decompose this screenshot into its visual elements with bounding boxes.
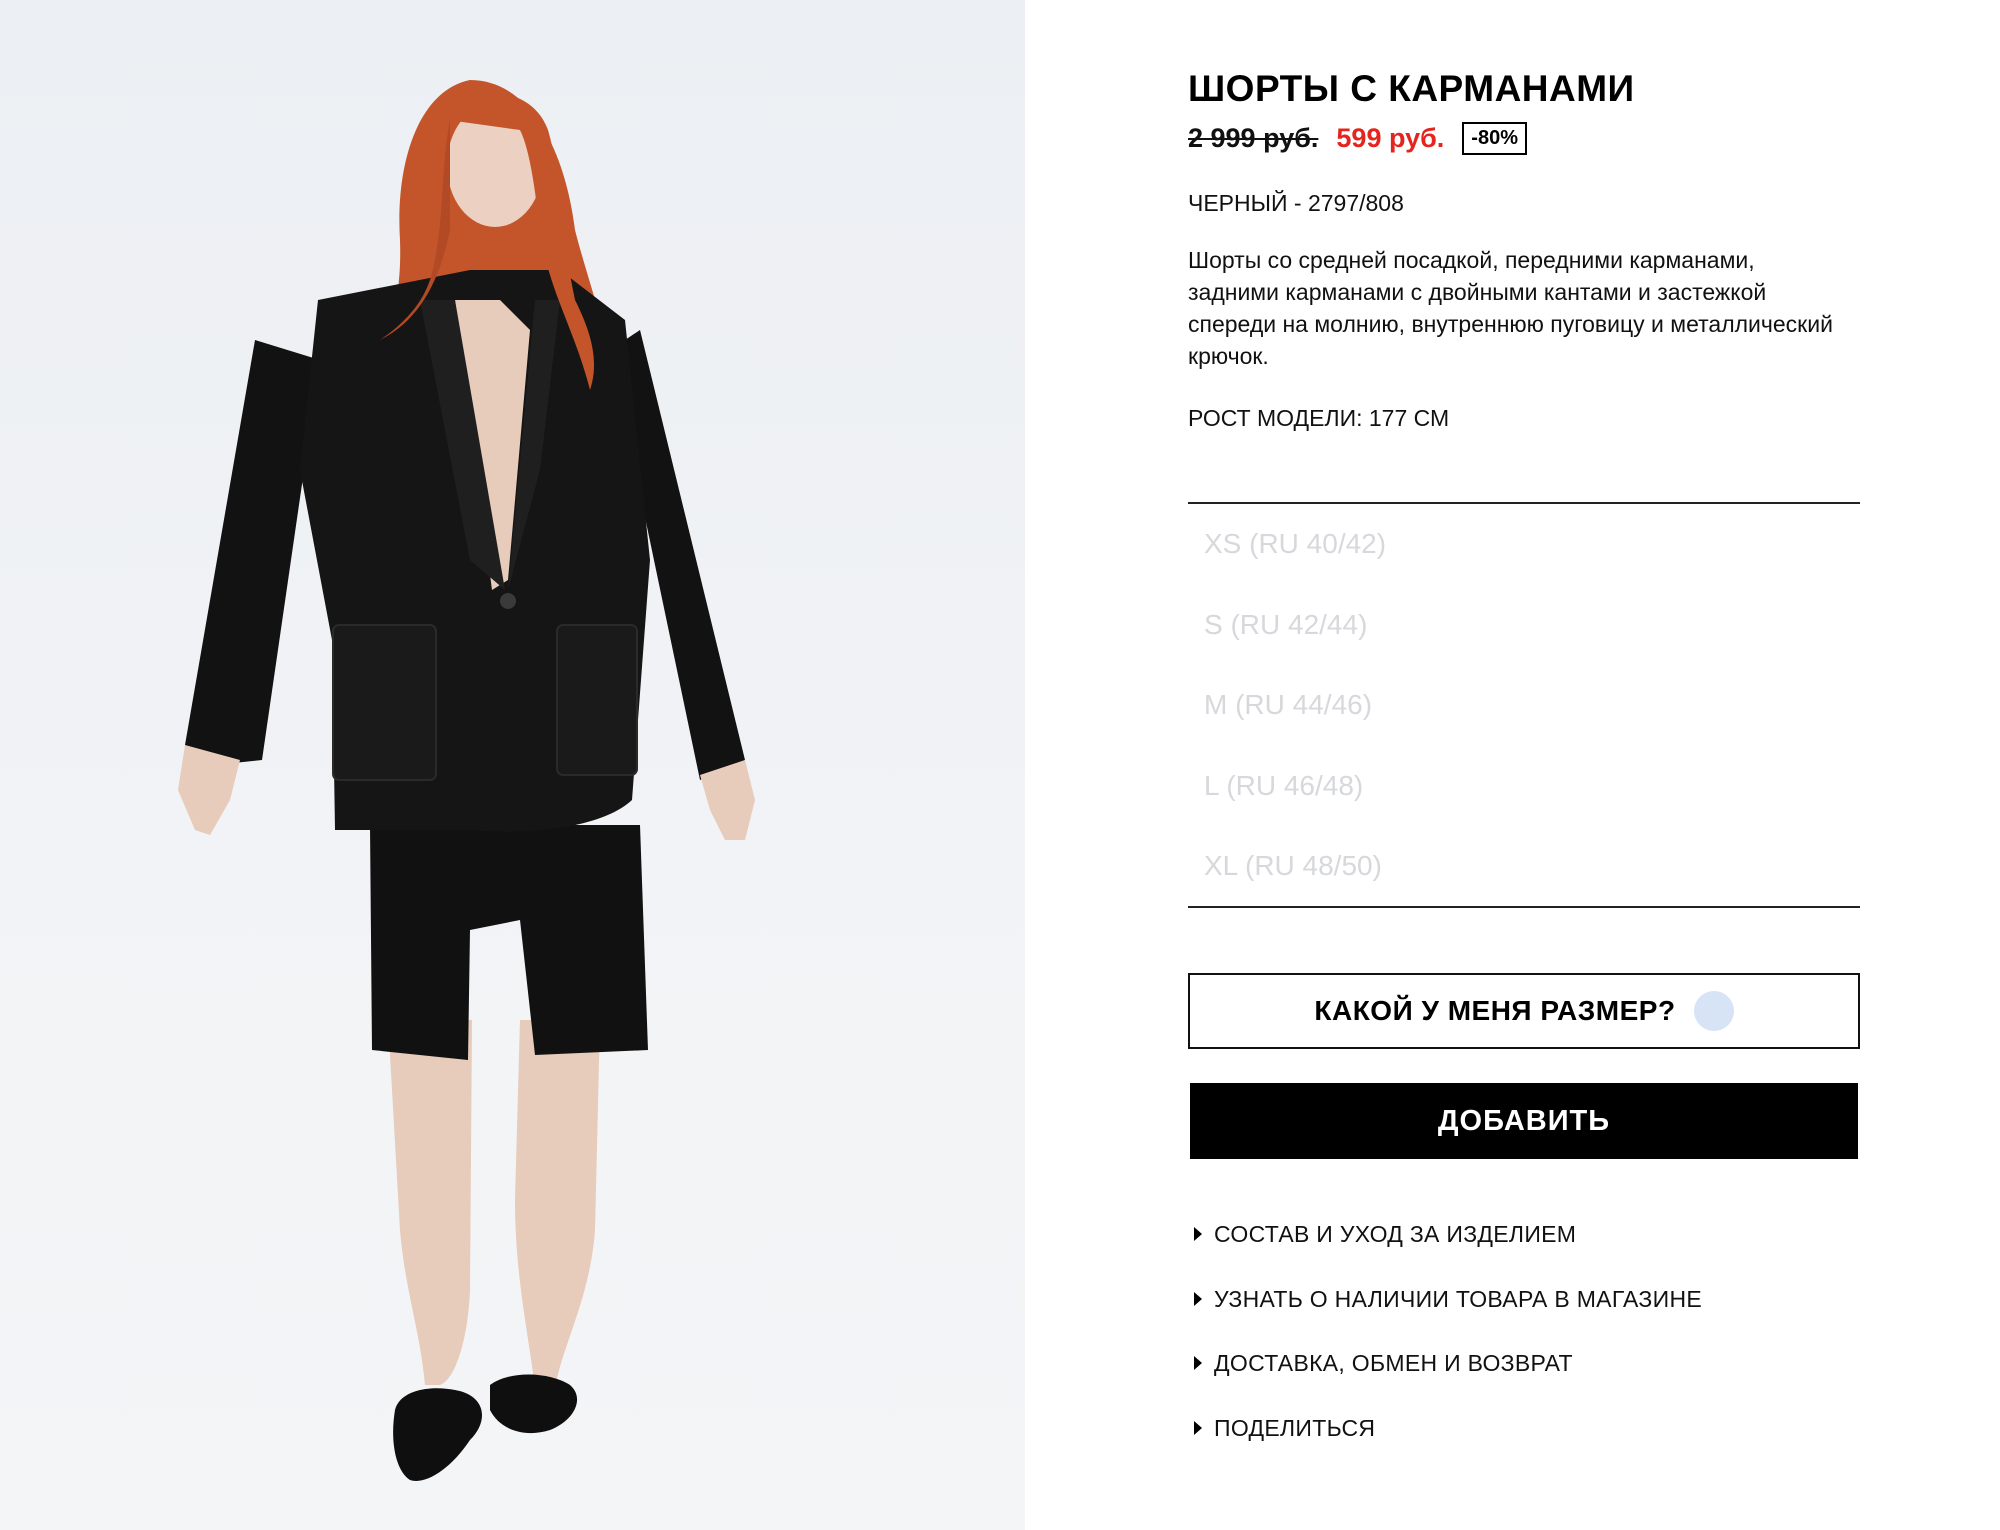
size-guide-label: КАКОЙ У МЕНЯ РАЗМЕР? bbox=[1314, 995, 1676, 1026]
size-option-s[interactable]: S (RU 42/44) bbox=[1204, 609, 1844, 690]
link-composition-care[interactable]: СОСТАВ И УХОД ЗА ИЗДЕЛИЕМ bbox=[1194, 1220, 1702, 1285]
size-option-m[interactable]: M (RU 44/46) bbox=[1204, 689, 1844, 770]
size-option-l[interactable]: L (RU 46/48) bbox=[1204, 770, 1844, 851]
color-reference: ЧЕРНЫЙ - 2797/808 bbox=[1188, 190, 1404, 216]
product-photo[interactable] bbox=[0, 0, 1025, 1530]
link-delivery-returns[interactable]: ДОСТАВКА, ОБМЕН И ВОЗВРАТ bbox=[1194, 1349, 1702, 1414]
link-label: СОСТАВ И УХОД ЗА ИЗДЕЛИЕМ bbox=[1214, 1221, 1577, 1247]
size-list-bottom-divider bbox=[1188, 906, 1860, 908]
model-height: РОСТ МОДЕЛИ: 177 СМ bbox=[1188, 405, 1450, 431]
size-list-top-divider bbox=[1188, 502, 1860, 504]
size-option-xl[interactable]: XL (RU 48/50) bbox=[1204, 850, 1844, 931]
link-label: ПОДЕЛИТЬСЯ bbox=[1214, 1414, 1376, 1441]
caret-right-icon bbox=[1194, 1420, 1202, 1435]
link-label: ДОСТАВКА, ОБМЕН И ВОЗВРАТ bbox=[1214, 1350, 1573, 1376]
add-to-cart-label: ДОБАВИТЬ bbox=[1437, 1104, 1611, 1137]
size-option-xs[interactable]: XS (RU 40/42) bbox=[1204, 528, 1844, 609]
info-links: СОСТАВ И УХОД ЗА ИЗДЕЛИЕМ УЗНАТЬ О НАЛИЧ… bbox=[1194, 1220, 1702, 1478]
link-store-availability[interactable]: УЗНАТЬ О НАЛИЧИИ ТОВАРА В МАГАЗИНЕ bbox=[1194, 1285, 1702, 1350]
add-to-cart-button[interactable]: ДОБАВИТЬ bbox=[1190, 1083, 1858, 1159]
link-label: УЗНАТЬ О НАЛИЧИИ ТОВАРА В МАГАЗИНЕ bbox=[1214, 1285, 1702, 1312]
size-guide-button[interactable]: КАКОЙ У МЕНЯ РАЗМЕР? bbox=[1188, 973, 1860, 1049]
caret-right-icon bbox=[1194, 1356, 1202, 1370]
product-description: Шорты со средней посадкой, передними кар… bbox=[1188, 247, 1833, 369]
product-title: ШОРТЫ С КАРМАНАМИ bbox=[1188, 68, 1635, 109]
caret-right-icon bbox=[1194, 1227, 1202, 1241]
size-guide-icon bbox=[1693, 991, 1734, 1031]
price-row: 2 999 руб. 599 руб. -80% bbox=[1188, 120, 1527, 156]
model-illustration bbox=[178, 80, 755, 1481]
sale-price: 599 руб. bbox=[1336, 122, 1445, 153]
link-share[interactable]: ПОДЕЛИТЬСЯ bbox=[1194, 1414, 1702, 1479]
caret-right-icon bbox=[1194, 1291, 1202, 1306]
size-selector: XS (RU 40/42) S (RU 42/44) M (RU 44/46) … bbox=[1204, 528, 1844, 931]
old-price: 2 999 руб. bbox=[1188, 122, 1319, 153]
discount-badge: -80% bbox=[1462, 121, 1527, 155]
